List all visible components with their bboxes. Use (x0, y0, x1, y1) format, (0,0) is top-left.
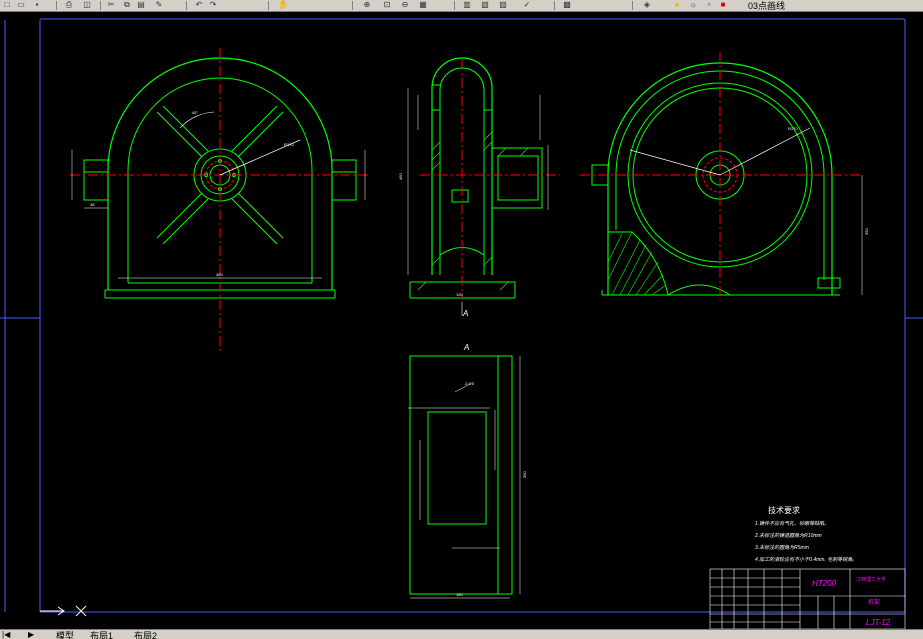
dim-view-a-width: 180 (456, 592, 463, 597)
undo-icon[interactable]: ↶ (192, 0, 206, 10)
calc-icon[interactable]: ▩ (560, 0, 574, 10)
copy-icon[interactable]: ⧉ (120, 0, 134, 10)
toolbar-separator (352, 1, 353, 10)
toolbar-separator (56, 1, 57, 10)
zoom-window-icon[interactable]: ⊡ (380, 0, 394, 10)
toolbar-separator (100, 1, 101, 10)
dim-side-base: 120 (456, 292, 463, 297)
redo-icon[interactable]: ↷ (206, 0, 220, 10)
open-icon[interactable]: ▭ (14, 0, 28, 10)
tech-line-4: 4.加工的滑轮应有不小于0.4mm, 毛刺等锐角。 (755, 556, 857, 563)
right-view (580, 52, 863, 300)
view-a-label: A (463, 343, 469, 352)
tech-line-1: 1.铸件不应有气孔、砂眼等缺陷。 (755, 520, 829, 527)
layer-bulb-icon[interactable]: ● (670, 0, 684, 10)
new-icon[interactable]: □ (0, 0, 14, 10)
cut-icon[interactable]: ✂ (104, 0, 118, 10)
title-part-name: 机架 (868, 598, 880, 606)
toolbar-separator (554, 1, 555, 10)
layer-sun-icon[interactable]: ☼ (686, 0, 700, 10)
dim-front-angle: 45° (192, 110, 198, 115)
section-label: A (462, 309, 468, 318)
dim-front-small: 38 (90, 202, 95, 207)
side-view (407, 57, 560, 316)
save-icon[interactable]: ▪ (30, 0, 44, 10)
dim-right-diameter: R170 (788, 126, 798, 131)
layer-color-icon[interactable]: ■ (716, 0, 730, 10)
tech-line-2: 2.未标注的铸造圆角为R10mm (754, 532, 822, 539)
dim-side-height: 460 (398, 173, 403, 180)
properties-icon[interactable]: ▦ (416, 0, 430, 10)
pan-icon[interactable]: ✋ (276, 0, 290, 10)
markup-icon[interactable]: ✓ (520, 0, 534, 10)
toolbar-separator (268, 1, 269, 10)
title-material: HT200 (812, 579, 837, 588)
tech-line-3: 3.未标注的圆角为R5mm (755, 544, 809, 551)
ucs-icon (40, 605, 87, 617)
design-center-icon[interactable]: ▥ (460, 0, 474, 10)
dim-front-width: 380 (216, 272, 223, 277)
preview-icon[interactable]: ◫ (80, 0, 94, 10)
tech-title: 技术要求 (768, 505, 800, 515)
dim-right-height: 350 (864, 228, 869, 235)
title-school: 江西理工大学 (856, 576, 886, 583)
dim-view-a-height: 350 (522, 471, 527, 478)
title-drawing-no: LJT-12 (866, 618, 891, 627)
front-view (70, 48, 370, 352)
layer-lock-icon[interactable]: ▫ (702, 0, 716, 10)
sheet-set-icon[interactable]: ▨ (496, 0, 510, 10)
toolbar-separator (632, 1, 633, 10)
tool-palette-icon[interactable]: ▧ (478, 0, 492, 10)
match-icon[interactable]: ✎ (152, 0, 166, 10)
toolbar-separator (186, 1, 187, 10)
print-icon[interactable]: ⎙ (62, 0, 76, 10)
paste-icon[interactable]: ▤ (134, 0, 148, 10)
zoom-realtime-icon[interactable]: ⊕ (360, 0, 374, 10)
view-a (408, 355, 521, 599)
toolbar-separator (454, 1, 455, 10)
dim-front-radius: R170 (284, 142, 294, 147)
drawing-canvas[interactable]: 380 45° R170 38 460 120 A R170 350 A 180… (0, 11, 923, 629)
dim-view-a-note: 2-Φ5 (465, 381, 475, 386)
zoom-previous-icon[interactable]: ⊖ (398, 0, 412, 10)
layer-manager-icon[interactable]: ◈ (640, 0, 654, 10)
